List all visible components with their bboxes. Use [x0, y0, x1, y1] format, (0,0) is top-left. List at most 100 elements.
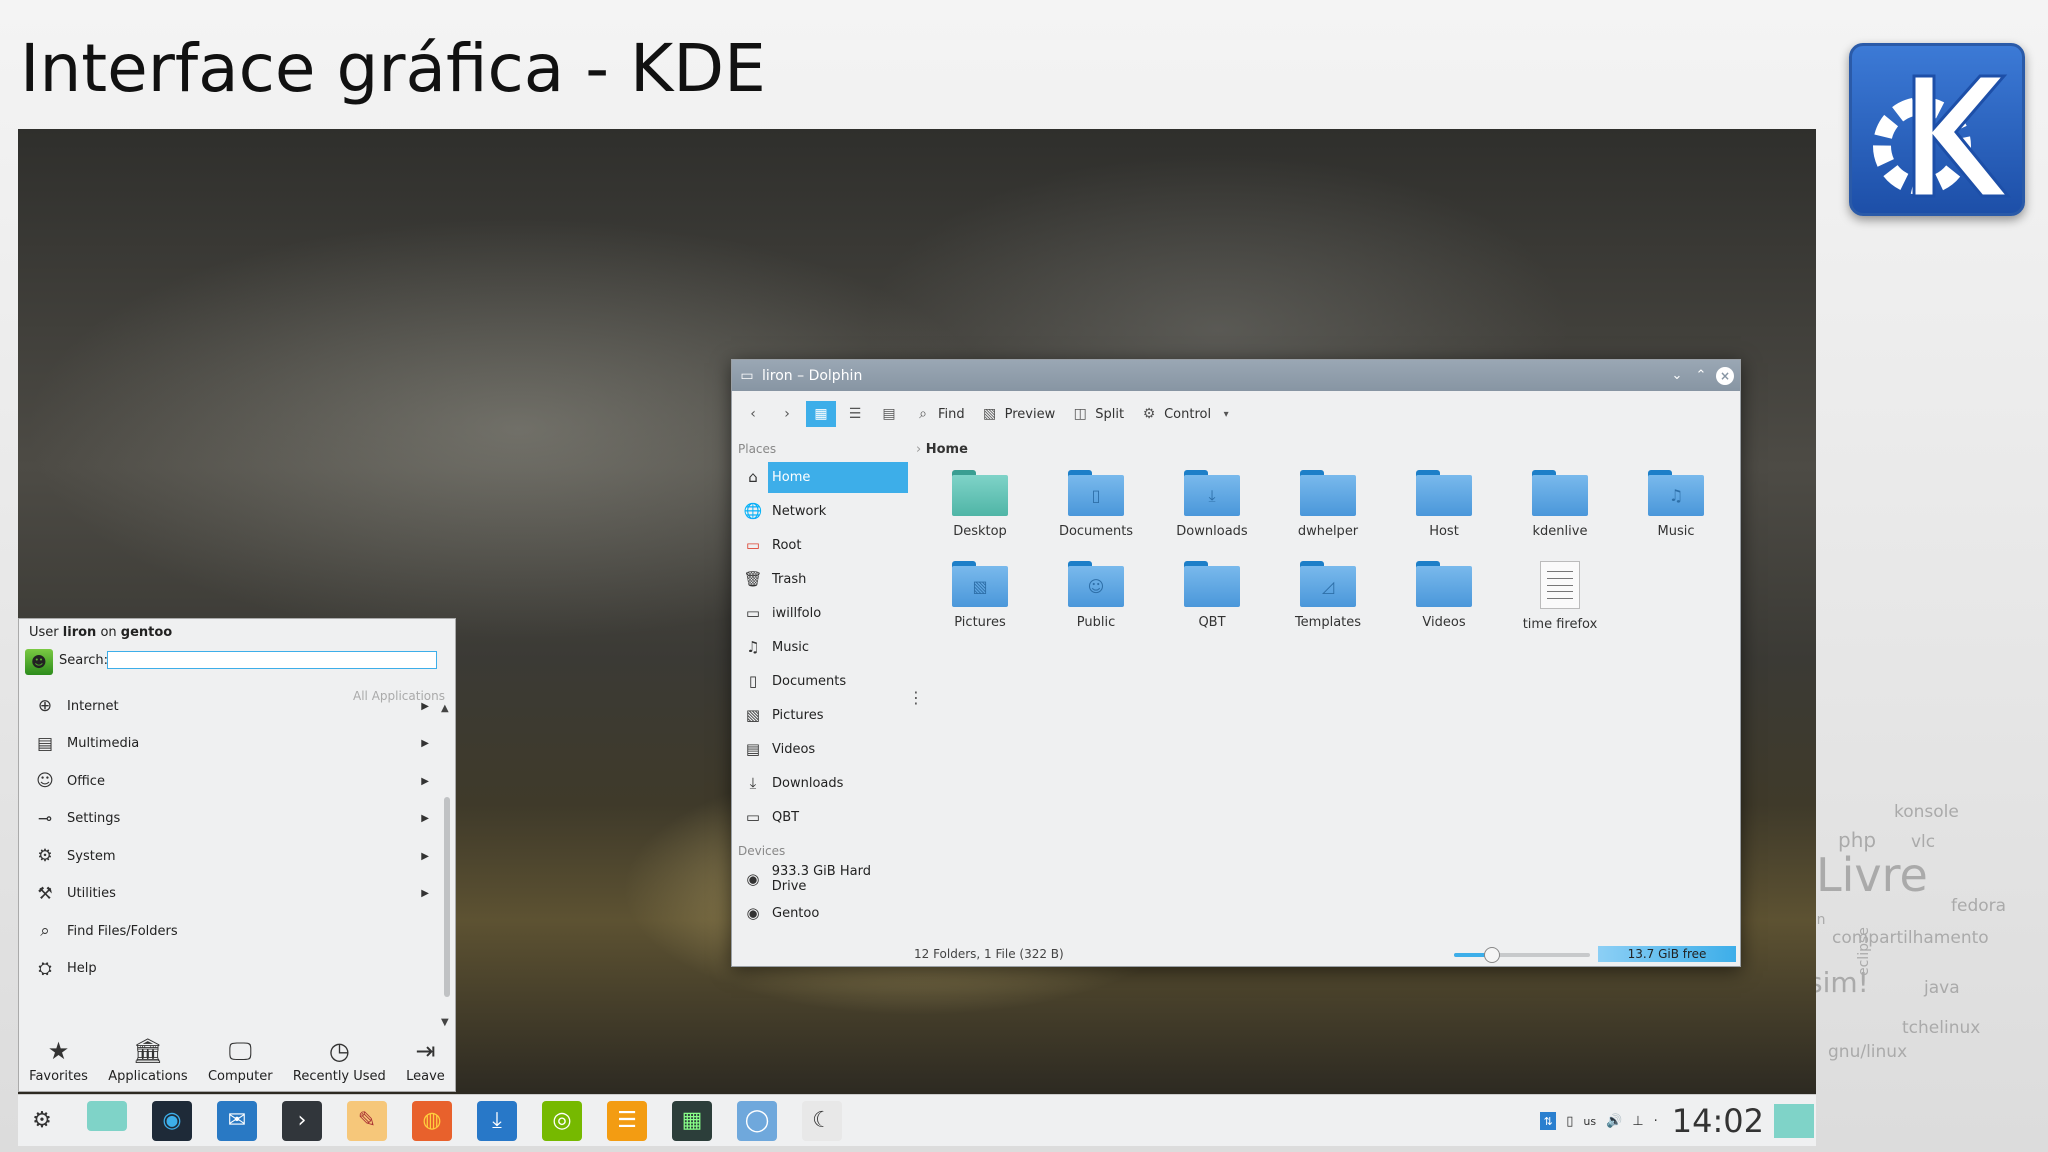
preview-button[interactable]: ▧ Preview: [975, 401, 1062, 427]
terminal-icon[interactable]: ›: [282, 1100, 322, 1141]
firefox-icon[interactable]: ◍: [412, 1100, 452, 1141]
menu-item-internet[interactable]: ⊕ Internet ▶: [33, 689, 451, 723]
panel-splitter-handle[interactable]: ⋮: [908, 688, 924, 707]
split-button[interactable]: ◫ Split: [1065, 401, 1130, 427]
clock[interactable]: 14:02: [1672, 1102, 1764, 1140]
file-item[interactable]: dwhelper: [1270, 470, 1386, 539]
place-pictures[interactable]: ▧ Pictures: [732, 698, 908, 732]
disc-icon[interactable]: ◯: [737, 1100, 777, 1141]
tab-label: Recently Used: [292, 1068, 386, 1084]
menu-scrollbar[interactable]: ▲ ▼: [441, 703, 451, 1028]
maximize-button[interactable]: ⌃: [1692, 367, 1710, 385]
menu-item-label: Help: [67, 961, 97, 976]
menu-item-system[interactable]: ⚙ System ▶: [33, 839, 451, 873]
file-item[interactable]: ▧ Pictures: [922, 561, 1038, 632]
file-item[interactable]: Host: [1386, 470, 1502, 539]
menu-tabs: ★ Favorites 🏛 Applications 🖵 Computer ◷ Recentl…: [19, 1029, 455, 1091]
dolphin-window[interactable]: ▭ liron – Dolphin ⌄ ⌃ × ‹ › ▦ ☰ ▤ ⌕ Find …: [731, 359, 1741, 967]
file-item[interactable]: time firefox: [1502, 561, 1618, 632]
minimize-button[interactable]: ⌄: [1668, 367, 1686, 385]
breadcrumb[interactable]: › Home: [916, 442, 968, 457]
folder-icon: ▯: [1068, 470, 1124, 516]
menu-item-settings[interactable]: ⊸ Settings ▶: [33, 802, 451, 836]
place-root[interactable]: ▭ Root: [732, 528, 908, 562]
file-label: Host: [1429, 524, 1459, 539]
office-icon: ☺: [36, 771, 54, 791]
tab-leave[interactable]: ⇥ Leave: [406, 1037, 445, 1084]
place-trash[interactable]: 🗑 Trash: [732, 562, 908, 596]
place-home[interactable]: ⌂ Home: [732, 460, 908, 494]
place-933-3-gib-hard-drive[interactable]: ◉ 933.3 GiB Hard Drive: [732, 862, 908, 896]
menu-item-multimedia[interactable]: ▤ Multimedia ▶: [33, 727, 451, 761]
tab-recently-used[interactable]: ◷ Recently Used: [293, 1037, 386, 1084]
place-videos[interactable]: ▤ Videos: [732, 732, 908, 766]
user-prefix: User: [29, 625, 59, 640]
folder-icon: ▭: [745, 604, 761, 622]
compact-view-button[interactable]: ▤: [874, 401, 904, 427]
keyboard-layout[interactable]: us: [1583, 1115, 1596, 1128]
wired-network-icon[interactable]: ⊥: [1632, 1114, 1643, 1129]
place-documents[interactable]: ▯ Documents: [732, 664, 908, 698]
zoom-slider-handle[interactable]: [1484, 947, 1501, 963]
scrollbar-thumb[interactable]: [444, 797, 450, 997]
find-button[interactable]: ⌕ Find: [908, 401, 971, 427]
place-downloads[interactable]: ⤓ Downloads: [732, 766, 908, 800]
nvidia-icon[interactable]: ◎: [542, 1100, 582, 1141]
tray-expand-icon[interactable]: ·: [1654, 1114, 1658, 1129]
menu-item-help[interactable]: ⛭ Help: [33, 952, 451, 986]
system-monitor-icon[interactable]: ▦: [672, 1100, 712, 1141]
folder-red-icon: ▭: [745, 536, 761, 554]
menu-item-office[interactable]: ☺ Office ▶: [33, 764, 451, 798]
icons-view-button[interactable]: ▦: [806, 401, 836, 427]
scroll-up-icon[interactable]: ▲: [441, 703, 449, 714]
volume-icon[interactable]: 🔊: [1606, 1114, 1622, 1129]
tab-computer[interactable]: 🖵 Computer: [208, 1037, 273, 1084]
place-label: Documents: [772, 673, 847, 689]
details-view-button[interactable]: ☰: [840, 401, 870, 427]
file-item[interactable]: ♫ Music: [1618, 470, 1734, 539]
window-titlebar[interactable]: ▭ liron – Dolphin ⌄ ⌃ ×: [732, 360, 1740, 391]
control-button[interactable]: ⚙ Control ▾: [1134, 401, 1241, 427]
weather-icon[interactable]: ☾: [802, 1100, 842, 1141]
paint-brush-icon[interactable]: ✎: [347, 1100, 387, 1141]
file-item[interactable]: ⤓ Downloads: [1154, 470, 1270, 539]
place-music[interactable]: ♫ Music: [732, 630, 908, 664]
desktop-pager-icon[interactable]: [87, 1100, 127, 1131]
breadcrumb-home[interactable]: Home: [926, 442, 968, 457]
toggle-app-icon[interactable]: ◉: [152, 1100, 192, 1141]
file-item[interactable]: ◿ Templates: [1270, 561, 1386, 632]
download-manager-icon[interactable]: ⤓: [477, 1100, 517, 1141]
show-desktop-button[interactable]: [1774, 1104, 1814, 1138]
tag-cloud-word: tchelinux: [1902, 1018, 1981, 1038]
place-network[interactable]: 🌐 Network: [732, 494, 908, 528]
computer-icon: 🖵: [228, 1036, 252, 1065]
forward-button[interactable]: ›: [772, 401, 802, 427]
menu-item-utilities[interactable]: ⚒ Utilities ▶: [33, 877, 451, 911]
menu-item-find-files-folders[interactable]: ⌕ Find Files/Folders: [33, 914, 451, 948]
kde-launcher-icon[interactable]: ⚙: [22, 1101, 62, 1141]
applications-icon: 🏛: [132, 1036, 164, 1065]
tab-applications[interactable]: 🏛 Applications: [108, 1037, 187, 1084]
zoom-slider[interactable]: [1454, 947, 1590, 963]
network-status-icon[interactable]: ⇅: [1540, 1112, 1557, 1130]
rss-icon[interactable]: ☰: [607, 1100, 647, 1141]
tag-cloud-word: fedora: [1951, 896, 2007, 916]
close-button[interactable]: ×: [1716, 366, 1734, 385]
file-item[interactable]: Desktop: [922, 470, 1038, 539]
place-iwillfolo[interactable]: ▭ iwillfolo: [732, 596, 908, 630]
search-input[interactable]: [107, 651, 437, 669]
scroll-down-icon[interactable]: ▼: [441, 1017, 449, 1028]
place-gentoo[interactable]: ◉ Gentoo: [732, 896, 908, 930]
file-item[interactable]: Videos: [1386, 561, 1502, 632]
file-item[interactable]: kdenlive: [1502, 470, 1618, 539]
file-item[interactable]: ▯ Documents: [1038, 470, 1154, 539]
folder-icon: [1300, 470, 1356, 516]
back-button[interactable]: ‹: [738, 401, 768, 427]
clipboard-icon[interactable]: ▯: [1566, 1114, 1573, 1129]
file-item[interactable]: QBT: [1154, 561, 1270, 632]
place-qbt[interactable]: ▭ QBT: [732, 800, 908, 834]
mail-icon[interactable]: ✉: [217, 1100, 257, 1141]
tab-favorites[interactable]: ★ Favorites: [29, 1037, 88, 1084]
file-label: Videos: [1422, 615, 1466, 630]
file-item[interactable]: ☺ Public: [1038, 561, 1154, 632]
